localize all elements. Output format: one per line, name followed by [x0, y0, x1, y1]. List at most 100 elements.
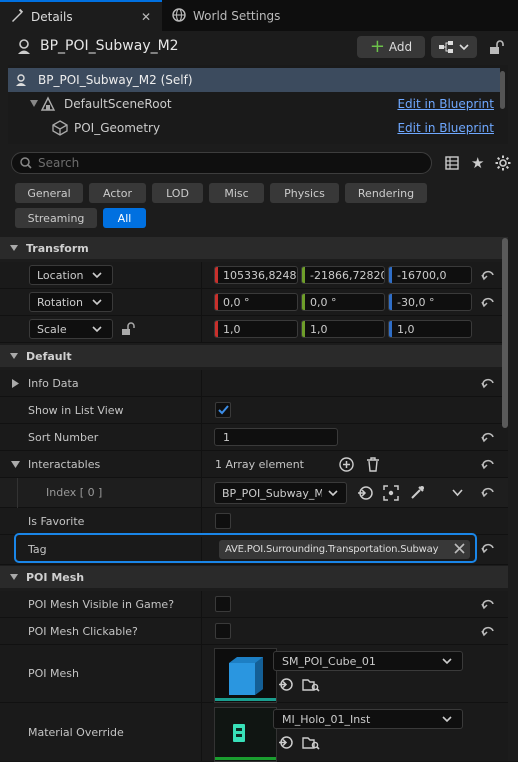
chevron-down-icon: [10, 244, 18, 252]
use-selected-icon[interactable]: [278, 735, 293, 750]
tree-scrollbar[interactable]: [500, 71, 505, 109]
close-icon[interactable]: ✕: [141, 10, 151, 24]
y-axis-marker: [302, 294, 305, 310]
location-x-field[interactable]: 105336,82489: [214, 266, 298, 284]
property-row-tag: Tag AVE.POI.Surrounding.Transportation.S…: [0, 533, 508, 565]
tree-item-defaultsceneroot[interactable]: DefaultSceneRoot Edit in Blueprint: [8, 92, 500, 116]
filter-all[interactable]: All: [103, 208, 146, 228]
reset-to-default-icon[interactable]: [481, 598, 495, 612]
poi-mesh-thumbnail[interactable]: [214, 648, 277, 703]
show-in-list-view-checkbox[interactable]: [215, 402, 231, 418]
section-default[interactable]: Default: [0, 345, 508, 367]
blueprint-options-button[interactable]: [431, 36, 477, 58]
filter-streaming[interactable]: Streaming: [15, 208, 97, 228]
lock-icon[interactable]: [488, 39, 504, 55]
table-view-icon[interactable]: [445, 156, 459, 170]
index-0-value: BP_POI_Subway_M2: [222, 486, 322, 500]
tab-world-settings[interactable]: World Settings: [162, 0, 302, 31]
chevron-down-icon[interactable]: [452, 489, 463, 497]
property-row-info-data[interactable]: Info Data: [0, 370, 508, 397]
filter-actor[interactable]: Actor: [89, 183, 146, 203]
sort-number-field[interactable]: 1: [214, 428, 338, 446]
z-axis-marker: [389, 267, 392, 283]
location-type-dropdown[interactable]: Location: [29, 265, 113, 285]
add-button[interactable]: + Add: [357, 36, 425, 58]
remove-tag-icon[interactable]: [454, 543, 465, 554]
browse-folder-icon[interactable]: [302, 677, 320, 692]
filter-physics[interactable]: Physics: [270, 183, 339, 203]
reset-to-default-icon[interactable]: [481, 296, 495, 310]
reset-to-default-icon[interactable]: [481, 458, 495, 472]
collapse-arrow-icon[interactable]: [11, 461, 20, 468]
reset-to-default-icon[interactable]: [481, 542, 495, 556]
gameplay-tag-chip[interactable]: AVE.POI.Surrounding.Transportation.Subwa…: [219, 540, 470, 559]
unlock-icon[interactable]: [121, 322, 135, 336]
use-selected-icon[interactable]: [357, 485, 373, 501]
material-thumbnail[interactable]: [214, 707, 277, 762]
favorites-star-icon[interactable]: ★: [471, 154, 484, 172]
filter-general[interactable]: General: [15, 183, 83, 203]
tree-item-self[interactable]: BP_POI_Subway_M2 (Self): [8, 68, 500, 92]
column-divider: [201, 478, 202, 507]
reset-to-default-icon[interactable]: [481, 625, 495, 639]
column-divider: [201, 703, 202, 761]
material-asset-name: MI_Holo_01_Inst: [282, 712, 371, 726]
poi-mesh-visible-checkbox[interactable]: [215, 596, 231, 612]
location-y-field[interactable]: -21866,72820: [301, 266, 385, 284]
property-row-poi-mesh-clickable: POI Mesh Clickable?: [0, 618, 508, 645]
browse-to-asset-icon[interactable]: [383, 485, 399, 501]
edit-in-blueprint-link[interactable]: Edit in Blueprint: [397, 121, 494, 135]
scale-label: Scale: [37, 322, 67, 336]
section-poi-mesh[interactable]: POI Mesh: [0, 566, 508, 588]
add-button-label: Add: [388, 40, 413, 54]
rotation-type-dropdown[interactable]: Rotation: [29, 292, 113, 312]
is-favorite-checkbox[interactable]: [215, 513, 231, 529]
trash-icon[interactable]: [366, 457, 380, 472]
filter-rendering[interactable]: Rendering: [345, 183, 427, 203]
z-axis-marker: [389, 321, 392, 337]
location-z-value: -16700,0: [397, 268, 447, 282]
tree-item-poi-geometry[interactable]: POI_Geometry Edit in Blueprint: [8, 116, 500, 140]
rotation-z-field[interactable]: -30,0 °: [388, 293, 472, 311]
filter-misc[interactable]: Misc: [209, 183, 264, 203]
rotation-x-field[interactable]: 0,0 °: [214, 293, 298, 311]
eyedropper-icon[interactable]: [410, 484, 426, 500]
indent-guide: [17, 478, 18, 508]
filter-lod[interactable]: LOD: [152, 183, 203, 203]
section-transform[interactable]: Transform: [0, 237, 508, 259]
reset-to-default-icon[interactable]: [481, 486, 495, 500]
chevron-down-icon: [442, 716, 452, 723]
property-row-index-0: Index [ 0 ] BP_POI_Subway_M2: [0, 478, 508, 508]
scale-type-dropdown[interactable]: Scale: [29, 319, 113, 339]
gear-icon[interactable]: [495, 155, 511, 171]
scale-z-field[interactable]: 1,0: [388, 320, 472, 338]
location-z-field[interactable]: -16700,0: [388, 266, 472, 284]
expand-arrow-icon[interactable]: [12, 379, 19, 388]
details-scrollbar[interactable]: [502, 238, 508, 428]
scale-x-field[interactable]: 1,0: [214, 320, 298, 338]
reset-to-default-icon[interactable]: [481, 431, 495, 445]
property-row-sort-number: Sort Number 1: [0, 424, 508, 451]
reset-to-default-icon[interactable]: [481, 377, 495, 391]
use-selected-icon[interactable]: [278, 677, 293, 692]
chevron-down-icon: [10, 352, 18, 360]
search-input[interactable]: [38, 156, 408, 170]
reset-to-default-icon[interactable]: [481, 269, 495, 283]
chevron-down-icon: [92, 272, 102, 279]
index-0-asset-dropdown[interactable]: BP_POI_Subway_M2: [214, 482, 347, 504]
material-asset-dropdown[interactable]: MI_Holo_01_Inst: [273, 709, 463, 729]
rotation-y-field[interactable]: 0,0 °: [301, 293, 385, 311]
tag-label: Tag: [28, 543, 47, 556]
browse-folder-icon[interactable]: [302, 735, 320, 750]
search-bar: [11, 152, 432, 174]
poi-mesh-clickable-checkbox[interactable]: [215, 623, 231, 639]
column-divider: [201, 618, 202, 644]
scale-y-field[interactable]: 1,0: [301, 320, 385, 338]
edit-in-blueprint-link[interactable]: Edit in Blueprint: [397, 97, 494, 111]
poi-mesh-asset-dropdown[interactable]: SM_POI_Cube_01: [273, 651, 463, 671]
add-element-icon[interactable]: [339, 457, 354, 472]
location-label: Location: [37, 268, 84, 282]
tab-details[interactable]: Details ✕: [0, 0, 162, 31]
collapse-arrow-icon[interactable]: [30, 100, 38, 108]
actor-icon: [14, 73, 28, 87]
